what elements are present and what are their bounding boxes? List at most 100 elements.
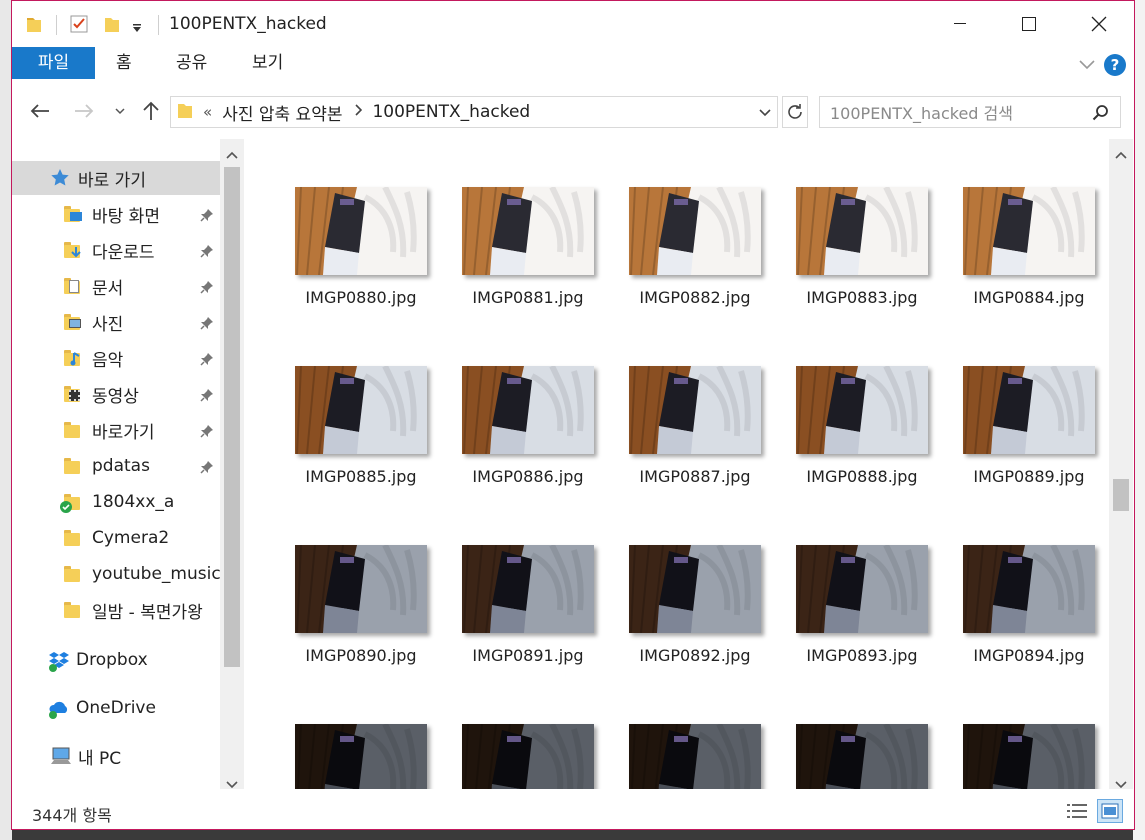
- file-thumbnail-item[interactable]: IMGP0887.jpg: [617, 366, 777, 516]
- file-thumbnail-item[interactable]: IMGP0880.jpg: [283, 187, 443, 337]
- file-name-label: IMGP0883.jpg: [806, 288, 918, 307]
- file-thumbnail-item[interactable]: IMGP0890.jpg: [283, 545, 443, 695]
- file-explorer-window: 100PENTX_hacked 파일 홈 공유 보기 ? « 사진 압축 요약본…: [11, 0, 1135, 830]
- sidebar-item-cymera2[interactable]: Cymera2: [12, 521, 220, 555]
- scroll-up-icon[interactable]: [226, 145, 238, 164]
- file-name-label: IMGP0890.jpg: [305, 646, 417, 665]
- file-name-label: IMGP0881.jpg: [472, 288, 584, 307]
- expand-ribbon-chevron-icon[interactable]: [1076, 53, 1098, 75]
- content-scrollbar-thumb[interactable]: [1113, 479, 1129, 511]
- refresh-button[interactable]: [782, 96, 808, 128]
- sidebar-item-onedrive[interactable]: OneDrive: [12, 691, 220, 725]
- address-bar[interactable]: « 사진 압축 요약본 100PENTX_hacked: [170, 96, 778, 128]
- image-thumbnail: [462, 366, 594, 454]
- large-icons-view-button[interactable]: [1097, 799, 1123, 823]
- sidebar-scrollbar[interactable]: [220, 139, 244, 789]
- file-thumbnail-item[interactable]: IMGP0889.jpg: [951, 366, 1109, 516]
- file-thumbnail-item[interactable]: [450, 724, 610, 789]
- sidebar-scrollbar-thumb[interactable]: [224, 167, 240, 667]
- sidebar-item-quick-access[interactable]: 바로 가기: [12, 161, 220, 195]
- sidebar-item-desktop[interactable]: 바탕 화면: [12, 197, 220, 231]
- sidebar-item-documents[interactable]: 문서: [12, 269, 220, 303]
- refresh-icon: [788, 104, 802, 119]
- pin-icon[interactable]: [200, 351, 214, 370]
- details-view-button[interactable]: [1064, 799, 1090, 823]
- file-name-label: IMGP0882.jpg: [639, 288, 751, 307]
- navigation-bar: « 사진 압축 요약본 100PENTX_hacked 100PENTX_hac…: [12, 89, 1134, 135]
- search-box[interactable]: 100PENTX_hacked 검색: [819, 96, 1121, 128]
- sidebar-item-videos[interactable]: 동영상: [12, 377, 220, 411]
- file-thumbnail-item[interactable]: [951, 724, 1109, 789]
- file-thumbnail-item[interactable]: [784, 724, 944, 789]
- file-thumbnail-item[interactable]: IMGP0881.jpg: [450, 187, 610, 337]
- title-separator: [56, 15, 57, 35]
- file-name-label: IMGP0894.jpg: [973, 646, 1085, 665]
- close-button[interactable]: [1064, 1, 1134, 47]
- maximize-button[interactable]: [994, 1, 1064, 47]
- image-thumbnail: [796, 545, 928, 633]
- file-thumbnail-item[interactable]: IMGP0886.jpg: [450, 366, 610, 516]
- pin-icon[interactable]: [200, 423, 214, 442]
- folder-app-icon: [26, 15, 42, 37]
- file-thumbnail-item[interactable]: IMGP0891.jpg: [450, 545, 610, 695]
- scroll-down-icon[interactable]: [1115, 775, 1127, 794]
- file-thumbnail-item[interactable]: IMGP0893.jpg: [784, 545, 944, 695]
- pin-icon[interactable]: [200, 315, 214, 334]
- pin-icon[interactable]: [200, 243, 214, 262]
- pin-icon[interactable]: [200, 387, 214, 406]
- sidebar-item-dropbox[interactable]: Dropbox: [12, 643, 220, 677]
- sidebar-item-label: 다운로드: [92, 242, 155, 263]
- sidebar-item-label: 1804xx_a: [92, 492, 175, 512]
- file-thumbnail-item[interactable]: IMGP0882.jpg: [617, 187, 777, 337]
- search-icon[interactable]: [1092, 104, 1110, 126]
- sidebar-item-this-pc[interactable]: 내 PC: [12, 739, 220, 773]
- file-thumbnail-item[interactable]: IMGP0892.jpg: [617, 545, 777, 695]
- scroll-down-icon[interactable]: [226, 775, 238, 794]
- file-name-label: IMGP0884.jpg: [973, 288, 1085, 307]
- file-thumbnail-item[interactable]: [283, 724, 443, 789]
- pin-icon[interactable]: [200, 279, 214, 298]
- address-dropdown-icon[interactable]: [757, 103, 773, 126]
- sidebar-item-pdatas[interactable]: pdatas: [12, 449, 220, 483]
- sidebar-item-music[interactable]: 음악: [12, 341, 220, 375]
- properties-icon[interactable]: [70, 15, 88, 37]
- file-view: IMGP0880.jpg IMGP0881.jpg IMGP0882.jpg IMGP…: [247, 139, 1109, 789]
- file-thumbnail-item[interactable]: IMGP0885.jpg: [283, 366, 443, 516]
- file-thumbnail-item[interactable]: IMGP0894.jpg: [951, 545, 1109, 695]
- file-thumbnail-item[interactable]: IMGP0884.jpg: [951, 187, 1109, 337]
- breadcrumb-separator-icon[interactable]: [354, 104, 363, 120]
- content-scrollbar[interactable]: [1109, 139, 1133, 789]
- file-thumbnail-item[interactable]: [617, 724, 777, 789]
- pin-icon[interactable]: [200, 207, 214, 226]
- sidebar-item-1804xx-a[interactable]: 1804xx_a: [12, 485, 220, 519]
- tab-view[interactable]: 보기: [234, 47, 301, 79]
- minimize-button[interactable]: [925, 1, 995, 47]
- back-arrow-icon[interactable]: [28, 99, 52, 123]
- scroll-up-icon[interactable]: [1115, 145, 1127, 164]
- sidebar-item-youtube-music[interactable]: youtube_music_: [12, 557, 220, 591]
- sidebar-item-shortcuts[interactable]: 바로가기: [12, 413, 220, 447]
- sidebar-item-label: pdatas: [92, 456, 150, 476]
- sidebar-item-pictures[interactable]: 사진: [12, 305, 220, 339]
- up-arrow-icon[interactable]: [140, 99, 162, 123]
- quick-access-dropdown-icon[interactable]: [132, 19, 142, 38]
- sidebar-item-downloads[interactable]: 다운로드: [12, 233, 220, 267]
- breadcrumb-overflow[interactable]: «: [203, 103, 212, 121]
- tab-share[interactable]: 공유: [158, 47, 225, 79]
- file-thumbnail-item[interactable]: IMGP0883.jpg: [784, 187, 944, 337]
- forward-arrow-icon[interactable]: [72, 99, 96, 123]
- tab-home[interactable]: 홈: [98, 47, 150, 79]
- folder-icon: [64, 564, 84, 584]
- file-name-label: IMGP0893.jpg: [806, 646, 918, 665]
- sidebar-item-masked-singer[interactable]: 일밤 - 복면가왕: [12, 593, 220, 627]
- breadcrumb-item[interactable]: 사진 압축 요약본: [222, 100, 342, 125]
- recent-locations-chevron-icon[interactable]: [112, 99, 128, 123]
- file-thumbnail-item[interactable]: IMGP0888.jpg: [784, 366, 944, 516]
- breadcrumb-current[interactable]: 100PENTX_hacked: [372, 102, 530, 122]
- tab-file[interactable]: 파일: [12, 47, 95, 79]
- new-folder-icon[interactable]: [104, 15, 120, 37]
- image-thumbnail: [295, 366, 427, 454]
- pin-icon[interactable]: [200, 459, 214, 478]
- help-button[interactable]: ?: [1104, 54, 1126, 76]
- image-thumbnail: [462, 187, 594, 275]
